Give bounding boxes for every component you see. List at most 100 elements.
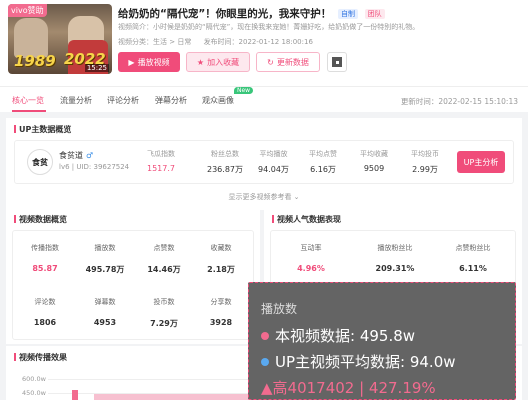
tab-comment-analysis[interactable]: 评论分析 — [107, 95, 139, 106]
popularity-interaction-rate: 互动率 4.96% — [289, 243, 333, 273]
stat-avg-likes: 平均点赞 6.16万 — [309, 149, 337, 175]
tag-self-made: 自制 — [337, 9, 358, 19]
update-data-button[interactable]: ↻ 更新数据 — [256, 52, 320, 72]
stat-label: 粉丝总数 — [211, 150, 239, 158]
cell-label: 播放数 — [94, 244, 116, 252]
cell-value: 85.87 — [32, 264, 58, 273]
stat-value: 1517.7 — [147, 164, 175, 173]
overview-plays: 播放数 495.78万 — [83, 243, 127, 275]
cell-label: 播放粉丝比 — [377, 244, 413, 252]
new-badge: New — [234, 87, 254, 94]
video-overview-title: 视频数据概览 — [14, 214, 67, 225]
overview-spread-index: 传播指数 85.87 — [25, 243, 65, 273]
stat-value: 2.99万 — [412, 165, 438, 174]
stat-feigua-index: 飞瓜指数 1517.7 — [147, 149, 175, 173]
overview-favorites: 收藏数 2.18万 — [201, 243, 241, 275]
tab-core-overview[interactable]: 核心一览 — [12, 95, 44, 106]
tab-danmaku-analysis[interactable]: 弹幕分析 — [155, 95, 187, 106]
qr-code-icon — [332, 57, 342, 67]
cell-value: 4.96% — [297, 264, 325, 273]
male-icon: ♂ — [86, 151, 94, 160]
qr-code-button[interactable] — [327, 52, 347, 72]
chart-bar-current[interactable] — [72, 390, 78, 400]
video-meta: 视频分类：生活 > 日常 发布时间：2022-01-12 18:00:16 — [118, 37, 323, 47]
cell-label: 评论数 — [34, 298, 56, 306]
cell-label: 点赞数 — [153, 244, 175, 252]
up-overview-title: UP主数据概览 — [14, 124, 71, 135]
update-data-label: 更新数据 — [276, 57, 309, 67]
video-overview-card: 视频数据概览 传播指数 85.87 播放数 495.78万 点赞数 14.46万… — [6, 208, 260, 344]
stat-label: 飞瓜指数 — [147, 150, 175, 158]
sponsor-logo: vivo赞助 — [8, 4, 47, 17]
stat-label: 平均播放 — [259, 150, 288, 158]
overview-comments: 评论数 1806 — [25, 297, 65, 327]
tag-team: 团队 — [364, 9, 385, 19]
stat-followers: 粉丝总数 236.87万 — [207, 149, 243, 175]
up-analysis-button[interactable]: UP主分析 — [457, 151, 505, 173]
stat-avg-favorites: 平均收藏 9509 — [360, 149, 388, 173]
cell-label: 收藏数 — [210, 244, 232, 252]
show-more-link[interactable]: 显示更多视频参考看 ⌄ — [6, 192, 522, 202]
cell-value: 7.29万 — [150, 319, 178, 328]
tooltip-title: 播放数 — [261, 302, 298, 316]
blue-dot-icon — [261, 357, 269, 366]
overview-shares: 分享数 3928 — [201, 297, 241, 327]
video-thumbnail[interactable]: vivo赞助 1989 2022 15:25 — [8, 4, 112, 74]
chart-bar-average — [94, 394, 250, 400]
cell-label: 弹幕数 — [94, 298, 116, 306]
popularity-like-fan-ratio: 点赞粉丝比 6.11% — [445, 243, 501, 273]
stat-value: 6.16万 — [310, 165, 336, 174]
stat-avg-coins: 平均投币 2.99万 — [411, 149, 439, 175]
update-time: 更新时间：2022-02-15 15:10:13 — [400, 97, 518, 106]
star-icon: ★ — [196, 57, 205, 67]
video-category: 视频分类：生活 > 日常 — [118, 38, 192, 46]
thumbnail-year-left: 1989 — [14, 52, 56, 70]
tooltip-row-average: UP主视频平均数据: 94.0w — [261, 351, 456, 372]
video-title-text: 给奶奶的“隔代宠”！你眼里的光，我来守护！ — [118, 8, 332, 20]
y-tick-450: 450.0w — [22, 389, 46, 397]
play-video-label: 播放视频 — [137, 57, 170, 67]
spread-title: 视频传播效果 — [14, 352, 67, 363]
refresh-icon: ↻ — [267, 57, 274, 67]
up-info-box: 食贫 食贫道 ♂ lv6 | UID: 39627524 飞瓜指数 1517.7 … — [14, 140, 514, 184]
stat-label: 平均收藏 — [360, 150, 388, 158]
stat-value: 236.87万 — [207, 165, 243, 174]
tooltip-current-text: 本视频数据: 495.8w — [275, 327, 416, 345]
active-tab-indicator — [12, 110, 46, 112]
cell-label: 分享数 — [210, 298, 232, 306]
stat-value: 9509 — [363, 164, 385, 173]
add-favorite-button[interactable]: ★ 加入收藏 — [186, 52, 250, 72]
play-icon: ▶ — [128, 57, 135, 67]
add-favorite-label: 加入收藏 — [207, 57, 240, 67]
overview-coins: 投币数 7.29万 — [143, 297, 185, 329]
video-title[interactable]: 给奶奶的“隔代宠”！你眼里的光，我来守护！ 自制 团队 — [118, 6, 385, 21]
avatar[interactable]: 食贫 — [27, 149, 53, 175]
cell-value: 1806 — [33, 318, 57, 327]
tab-audience-profile[interactable]: 观众画像 — [202, 95, 234, 106]
play-video-button[interactable]: ▶ 播放视频 — [118, 52, 180, 72]
video-overview-grid: 传播指数 85.87 播放数 495.78万 点赞数 14.46万 收藏数 2.… — [12, 230, 254, 340]
stat-label: 平均点赞 — [309, 150, 337, 158]
overview-danmaku: 弹幕数 4953 — [83, 297, 127, 327]
cell-value: 209.31% — [375, 264, 415, 273]
up-name[interactable]: 食贫道 ♂ — [59, 150, 93, 161]
analysis-tabs: 核心一览 流量分析 评论分析 弹幕分析 观众画像 New 更新时间：2022-0… — [0, 86, 528, 112]
cell-label: 传播指数 — [31, 244, 59, 252]
stat-label: 平均投币 — [411, 150, 439, 158]
stat-value: 94.04万 — [258, 165, 289, 174]
cell-value: 2.18万 — [207, 265, 235, 274]
tooltip-row-current: 本视频数据: 495.8w — [261, 325, 415, 346]
up-overview-card: UP主数据概览 食贫 食贫道 ♂ lv6 | UID: 39627524 飞瓜指数… — [6, 118, 522, 210]
up-level-uid: lv6 | UID: 39627524 — [59, 163, 130, 171]
popularity-title: 视频人气数据表现 — [272, 214, 341, 225]
tooltip-diff-text: ▲高4017402 | 427.19% — [261, 379, 436, 397]
cell-value: 14.46万 — [147, 265, 181, 274]
cell-label: 投币数 — [153, 298, 175, 306]
y-tick-600: 600.0w — [22, 375, 46, 383]
cell-value: 3928 — [209, 318, 233, 327]
tab-traffic-analysis[interactable]: 流量分析 — [60, 95, 92, 106]
tooltip-row-diff: ▲高4017402 | 427.19% — [261, 377, 436, 398]
cell-value: 6.11% — [459, 264, 487, 273]
video-header: vivo赞助 1989 2022 15:25 给奶奶的“隔代宠”！你眼里的光，我… — [0, 0, 528, 86]
video-publish-time: 发布时间：2022-01-12 18:00:16 — [203, 38, 313, 46]
